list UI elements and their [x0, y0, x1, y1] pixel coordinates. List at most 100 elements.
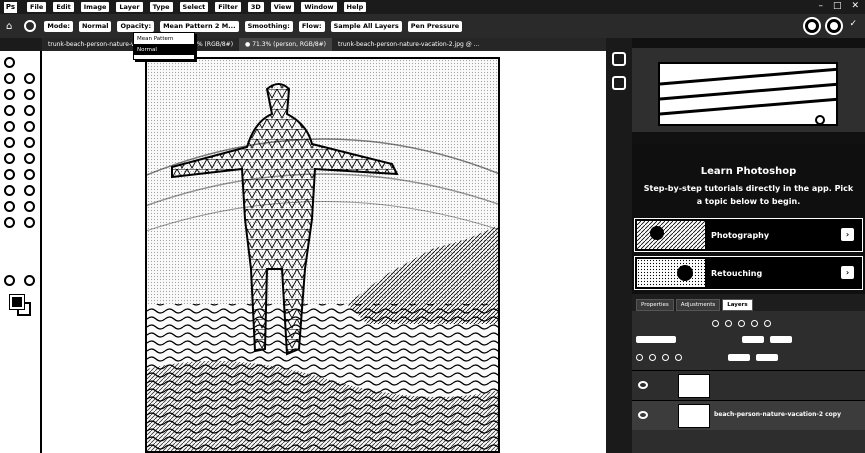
layer-filter-icons — [712, 318, 771, 328]
menu-file[interactable]: File — [27, 2, 47, 12]
menu-window[interactable]: Window — [301, 2, 337, 12]
maximize-button[interactable]: □ — [833, 1, 842, 11]
pressure-size-icon[interactable] — [825, 17, 844, 35]
layers-panel: Properties Adjustments Layers beach-pers… — [632, 294, 865, 453]
gradient-tool-icon[interactable] — [4, 153, 15, 164]
lock-pixels-icon[interactable] — [636, 353, 643, 361]
edit-toolbar-icon[interactable] — [24, 217, 35, 228]
history-panel-icon[interactable] — [612, 52, 626, 66]
tab-document-3[interactable]: trunk-beach-person-nature-vacation-2.jpg… — [332, 38, 485, 51]
brush-tool-icon[interactable] — [4, 121, 15, 132]
layer-row[interactable] — [632, 370, 865, 400]
eye-icon[interactable] — [638, 411, 648, 419]
marquee-tool-icon[interactable] — [4, 73, 15, 84]
pressure-opacity-icon[interactable] — [803, 17, 822, 35]
document-canvas[interactable] — [145, 57, 500, 453]
mode-dropdown[interactable]: Mean Pattern Normal — [133, 32, 195, 60]
minimize-button[interactable]: – — [818, 1, 823, 11]
type-tool-icon[interactable] — [4, 185, 15, 196]
tab-adjustments[interactable]: Adjustments — [675, 299, 721, 311]
filter-smart-icon[interactable] — [764, 319, 771, 327]
sample-all-layers-checkbox[interactable]: Sample All Layers — [330, 20, 402, 32]
history-brush-tool-icon[interactable] — [4, 137, 15, 148]
opacity-value[interactable] — [770, 335, 792, 343]
fill-field[interactable] — [728, 353, 750, 361]
pen-tool-icon[interactable] — [24, 169, 35, 180]
tab-layers[interactable]: Layers — [722, 299, 753, 311]
chevron-right-icon: › — [841, 266, 854, 279]
lock-position-icon[interactable] — [649, 353, 656, 361]
crop-tool-icon[interactable] — [24, 89, 35, 100]
lock-artboard-icon[interactable] — [662, 353, 669, 361]
lock-all-icon[interactable] — [675, 353, 682, 361]
menu-image[interactable]: Image — [80, 2, 110, 12]
tab-properties[interactable]: Properties — [636, 299, 674, 311]
blend-select[interactable]: Mean Pattern 2 M... — [160, 20, 239, 32]
quick-select-tool-icon[interactable] — [4, 89, 15, 100]
eraser-tool-icon[interactable] — [24, 137, 35, 148]
dropdown-option[interactable]: Mean Pattern — [134, 33, 194, 44]
filter-shape-icon[interactable] — [751, 319, 758, 327]
filter-pixel-icon[interactable] — [712, 319, 719, 327]
blend-mode-select[interactable] — [636, 335, 676, 343]
stamp-tool-icon[interactable] — [24, 121, 35, 132]
canvas-area[interactable] — [42, 51, 606, 453]
filter-adjustment-icon[interactable] — [725, 319, 732, 327]
window-controls: – □ ✕ — [818, 1, 859, 11]
menu-3d[interactable]: 3D — [247, 2, 264, 12]
topic-label: Photography — [711, 231, 770, 240]
topic-thumbnail — [637, 221, 705, 249]
layer-thumbnail — [678, 404, 710, 428]
learn-panel-header[interactable] — [632, 132, 865, 144]
close-button[interactable]: ✕ — [851, 1, 859, 11]
properties-panel-icon[interactable] — [612, 76, 626, 90]
menu-edit[interactable]: Edit — [53, 2, 74, 12]
healing-tool-icon[interactable] — [24, 105, 35, 116]
opacity-field[interactable] — [742, 335, 764, 343]
screen-mode-icon[interactable] — [24, 275, 35, 286]
topic-photography[interactable]: Photography › — [634, 218, 863, 252]
symmetry-icon[interactable]: ✓ — [849, 19, 857, 33]
navigator-preview[interactable] — [658, 62, 838, 126]
shape-tool-icon[interactable] — [4, 201, 15, 212]
fill-value[interactable] — [756, 353, 778, 361]
layer-name[interactable]: beach-person-nature-vacation-2 copy — [714, 411, 841, 418]
right-panels: Learn Photoshop Step-by-step tutorials d… — [632, 38, 865, 453]
filter-type-icon[interactable] — [738, 319, 745, 327]
flow-label[interactable]: Flow: — [298, 20, 325, 32]
layer-thumbnail — [678, 374, 710, 398]
menu-filter[interactable]: Filter — [215, 2, 241, 12]
layers-panel-tabs: Properties Adjustments Layers — [632, 294, 865, 311]
menu-help[interactable]: Help — [343, 2, 367, 12]
topic-retouching[interactable]: Retouching › — [634, 256, 863, 290]
app-logo: Ps — [4, 1, 17, 13]
menu-type[interactable]: Type — [149, 2, 173, 12]
blur-tool-icon[interactable] — [24, 153, 35, 164]
hand-tool-icon[interactable] — [24, 201, 35, 212]
foreground-color-swatch[interactable] — [9, 294, 25, 310]
eyedropper-tool-icon[interactable] — [4, 105, 15, 116]
lasso-tool-icon[interactable] — [24, 73, 35, 84]
dodge-tool-icon[interactable] — [4, 169, 15, 180]
dropdown-option-selected[interactable]: Normal — [134, 44, 194, 55]
navigator-panel — [632, 48, 865, 132]
menu-layer[interactable]: Layer — [116, 2, 143, 12]
path-select-tool-icon[interactable] — [24, 185, 35, 196]
navigator-panel-tabs[interactable] — [632, 38, 865, 48]
quick-mask-icon[interactable] — [4, 275, 15, 286]
layer-row-selected[interactable]: beach-person-nature-vacation-2 copy — [632, 400, 865, 430]
mode-select[interactable]: Normal — [78, 20, 112, 32]
smoothing-label[interactable]: Smoothing: — [244, 20, 293, 32]
home-icon[interactable]: ⌂ — [6, 21, 12, 32]
options-right-icons: ✓ — [803, 17, 857, 35]
eye-icon[interactable] — [638, 381, 648, 389]
move-tool-icon[interactable] — [4, 57, 15, 68]
tools-panel — [0, 51, 42, 453]
opacity-label[interactable]: Opacity: — [117, 20, 155, 32]
pen-pressure-toggle[interactable]: Pen Pressure — [407, 20, 463, 32]
brush-preset-icon[interactable] — [24, 20, 37, 32]
menu-select[interactable]: Select — [179, 2, 209, 12]
tab-document-2[interactable]: ● 71.3% (person, RGB/8#) — [239, 38, 333, 51]
menu-view[interactable]: View — [270, 2, 295, 12]
zoom-tool-icon[interactable] — [4, 217, 15, 228]
